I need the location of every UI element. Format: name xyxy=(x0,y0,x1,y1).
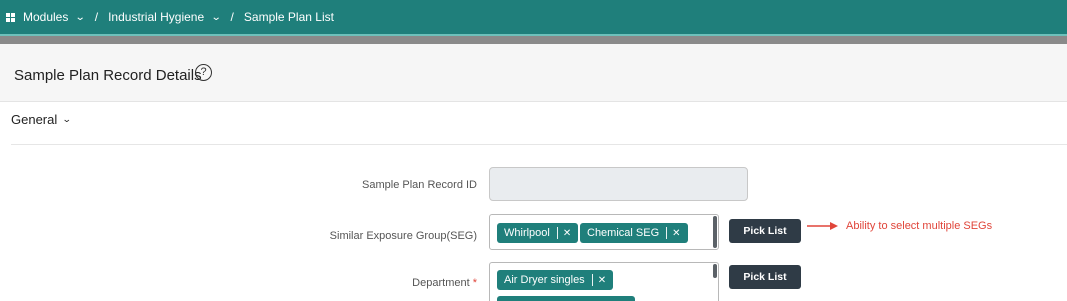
seg-chip-label: Chemical SEG xyxy=(587,227,660,239)
department-chip: Air Dryer singles ✕ xyxy=(497,270,614,290)
help-circle-icon[interactable]: ? xyxy=(195,64,212,81)
close-icon[interactable]: ✕ xyxy=(672,228,680,239)
toolbar-band xyxy=(0,36,1067,44)
department-chip-label: Air Dryer singles xyxy=(504,274,585,286)
breadcrumb-industrial-hygiene-label[interactable]: Industrial Hygiene xyxy=(108,10,204,24)
chip-divider xyxy=(591,274,593,286)
breadcrumb-industrial-hygiene[interactable]: Industrial Hygiene ⌄ xyxy=(108,10,222,24)
chip-divider xyxy=(556,227,558,239)
seg-multiselect[interactable]: Whirlpool ✕ Chemical SEG ✕ xyxy=(489,214,719,250)
page-title: Sample Plan Record Details xyxy=(14,67,202,84)
chevron-down-icon[interactable]: ⌄ xyxy=(211,12,222,23)
section-divider xyxy=(11,144,1067,145)
required-marker: * xyxy=(472,277,477,289)
seg-label: Similar Exposure Group(SEG) xyxy=(329,230,477,242)
breadcrumb-modules[interactable]: Modules ⌄ xyxy=(23,10,86,24)
department-chip-partial xyxy=(497,296,635,301)
chevron-down-icon[interactable]: ⌄ xyxy=(62,114,72,125)
department-multiselect[interactable]: Air Dryer singles ✕ xyxy=(489,262,719,301)
breadcrumb-separator: / xyxy=(94,10,99,24)
department-label: Department * xyxy=(177,277,477,289)
breadcrumb-modules-label[interactable]: Modules xyxy=(23,10,68,24)
section-title: General xyxy=(11,112,58,127)
annotation-text: Ability to select multiple SEGs xyxy=(846,220,993,232)
record-id-label: Sample Plan Record ID xyxy=(362,179,477,191)
seg-pick-list-button[interactable]: Pick List xyxy=(729,219,801,243)
record-id-field xyxy=(489,167,748,201)
close-icon[interactable]: ✕ xyxy=(598,275,606,286)
grid-icon[interactable] xyxy=(6,12,15,22)
arrow-right-icon xyxy=(807,222,838,230)
department-pick-list-button[interactable]: Pick List xyxy=(729,265,801,289)
seg-scrollbar[interactable] xyxy=(713,216,717,248)
top-navigation-bar: Modules ⌄ / Industrial Hygiene ⌄ / Sampl… xyxy=(0,0,1067,34)
breadcrumb-sample-plan-list-label[interactable]: Sample Plan List xyxy=(244,10,334,24)
annotation: Ability to select multiple SEGs xyxy=(806,220,992,232)
department-label-text: Department xyxy=(412,277,470,289)
chevron-down-icon[interactable]: ⌄ xyxy=(75,12,86,23)
close-icon[interactable]: ✕ xyxy=(563,228,571,239)
breadcrumb-separator: / xyxy=(230,10,234,24)
seg-chip: Chemical SEG ✕ xyxy=(580,223,688,243)
page-header: Sample Plan Record Details ? xyxy=(0,44,1067,102)
section-general-toggle[interactable]: General ⌄ xyxy=(11,112,72,127)
department-scrollbar[interactable] xyxy=(713,264,717,278)
seg-chip: Whirlpool ✕ xyxy=(497,223,579,243)
chip-divider xyxy=(666,227,668,239)
seg-chip-label: Whirlpool xyxy=(504,227,550,239)
breadcrumb-sample-plan-list[interactable]: Sample Plan List xyxy=(244,10,334,24)
